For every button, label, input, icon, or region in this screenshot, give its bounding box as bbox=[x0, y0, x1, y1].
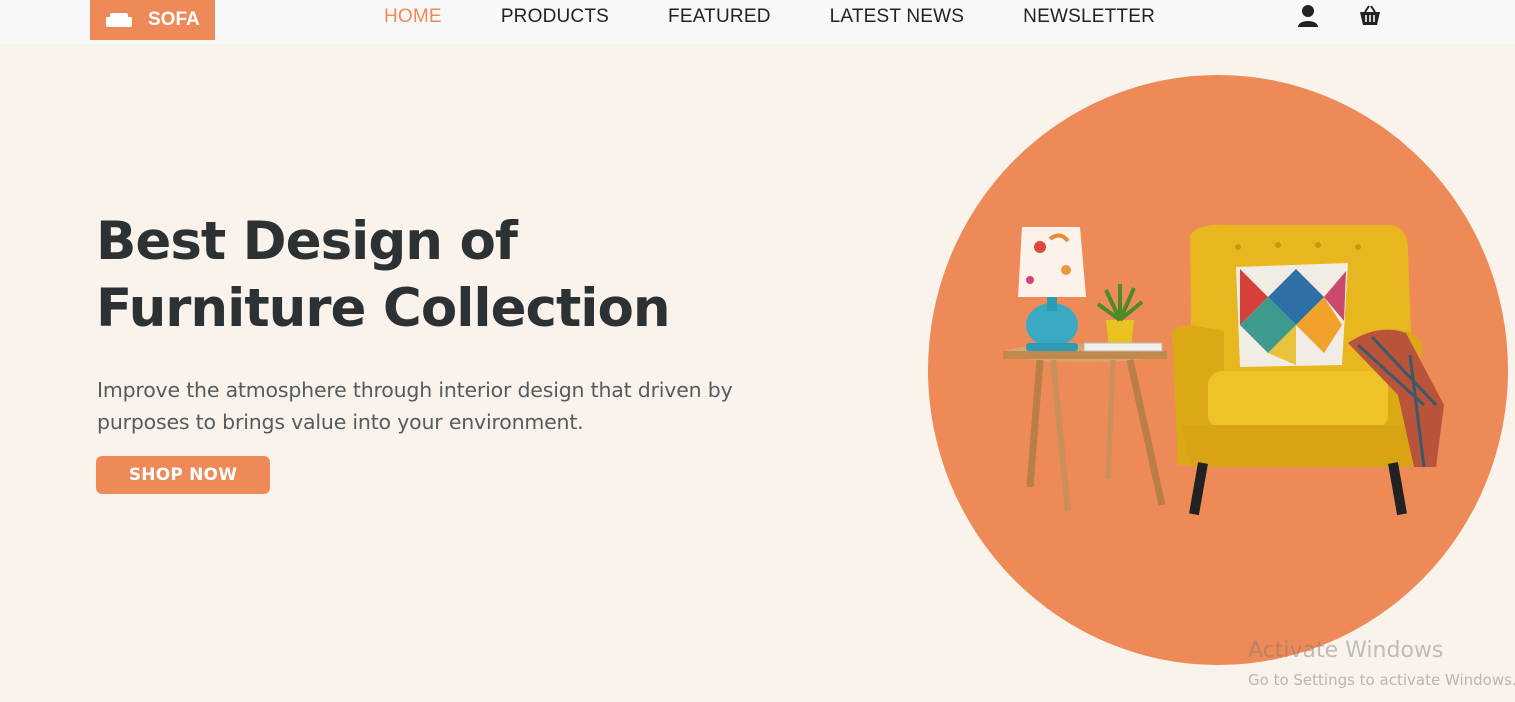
site-header: SOFA HOME PRODUCTS FEATURED LATEST NEWS … bbox=[0, 0, 1515, 44]
hero-title: Best Design of Furniture Collection bbox=[96, 208, 816, 342]
logo-text: SOFA bbox=[148, 9, 200, 30]
user-icon[interactable] bbox=[1297, 4, 1321, 28]
main-nav: HOME PRODUCTS FEATURED LATEST NEWS NEWSL… bbox=[384, 0, 1214, 34]
nav-featured[interactable]: FEATURED bbox=[668, 6, 771, 28]
nav-newsletter[interactable]: NEWSLETTER bbox=[1023, 6, 1155, 28]
side-table bbox=[1003, 344, 1167, 512]
logo[interactable]: SOFA bbox=[90, 0, 215, 40]
armchair-and-side-table-image bbox=[1003, 224, 1444, 516]
nav-latest-news[interactable]: LATEST NEWS bbox=[830, 6, 965, 28]
hero-description: Improve the atmosphere through interior … bbox=[97, 378, 733, 434]
hero-title-line1: Best Design of bbox=[96, 211, 518, 272]
potted-plant bbox=[1096, 284, 1144, 348]
table-lamp bbox=[1018, 227, 1086, 351]
shop-now-button[interactable]: SHOP NOW bbox=[96, 456, 270, 494]
nav-home[interactable]: HOME bbox=[384, 6, 442, 28]
hero-title-line2: Furniture Collection bbox=[96, 278, 671, 339]
sofa-icon bbox=[106, 13, 132, 27]
cart-icon[interactable] bbox=[1358, 4, 1382, 28]
activate-windows-title: Activate Windows bbox=[1248, 638, 1444, 663]
patterned-pillow bbox=[1236, 263, 1348, 367]
activate-windows-subtitle: Go to Settings to activate Windows. bbox=[1248, 671, 1515, 689]
nav-products[interactable]: PRODUCTS bbox=[501, 6, 609, 28]
